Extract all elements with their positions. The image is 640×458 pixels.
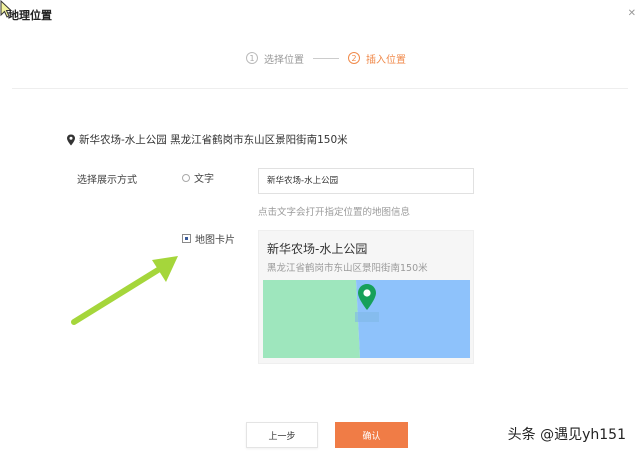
step-select-location: 1 选择位置 bbox=[246, 51, 304, 66]
step-number: 2 bbox=[348, 52, 360, 64]
radio-icon[interactable] bbox=[182, 173, 190, 182]
step-number: 1 bbox=[246, 52, 258, 64]
text-mode-label: 文字 bbox=[194, 174, 214, 185]
step-indicator: 1 选择位置 2 插入位置 bbox=[246, 50, 406, 66]
selected-location: 新华农场-水上公园 黑龙江省鹤岗市东山区景阳街南150米 bbox=[66, 132, 348, 147]
location-text: 新华农场-水上公园 黑龙江省鹤岗市东山区景阳街南150米 bbox=[79, 134, 348, 146]
dialog-header: 地理位置 ✕ bbox=[0, 0, 640, 34]
step-insert-location: 2 插入位置 bbox=[348, 51, 406, 66]
map-card-label: 地图卡片 bbox=[195, 235, 235, 246]
step-label: 插入位置 bbox=[366, 54, 406, 66]
close-icon[interactable]: ✕ bbox=[628, 8, 636, 19]
prev-step-button[interactable]: 上一步 bbox=[246, 422, 318, 448]
header-divider bbox=[12, 88, 628, 89]
text-mode-radio[interactable]: 文字 bbox=[182, 170, 214, 185]
location-pin-icon bbox=[67, 134, 75, 145]
display-mode-label: 选择展示方式 bbox=[77, 175, 137, 186]
link-text-input[interactable]: 新华农场-水上公园 bbox=[258, 168, 474, 194]
confirm-button[interactable]: 确认 bbox=[335, 422, 408, 448]
watermark: 头条 @遇见yh151 bbox=[507, 427, 626, 443]
step-label: 选择位置 bbox=[264, 54, 304, 66]
card-address: 黑龙江省鹤岗市东山区景阳街南150米 bbox=[267, 263, 428, 274]
dialog-title: 地理位置 bbox=[8, 9, 52, 22]
map-card-checkbox[interactable]: 地图卡片 bbox=[182, 231, 235, 246]
card-title: 新华农场-水上公园 bbox=[267, 242, 368, 256]
step-separator bbox=[313, 57, 339, 59]
checkbox-icon[interactable] bbox=[182, 234, 191, 243]
map-card-preview: 新华农场-水上公园 黑龙江省鹤岗市东山区景阳街南150米 bbox=[258, 230, 474, 364]
map-thumbnail bbox=[263, 280, 470, 358]
annotation-arrow-icon bbox=[71, 256, 178, 325]
text-mode-hint: 点击文字会打开指定位置的地图信息 bbox=[258, 207, 411, 218]
